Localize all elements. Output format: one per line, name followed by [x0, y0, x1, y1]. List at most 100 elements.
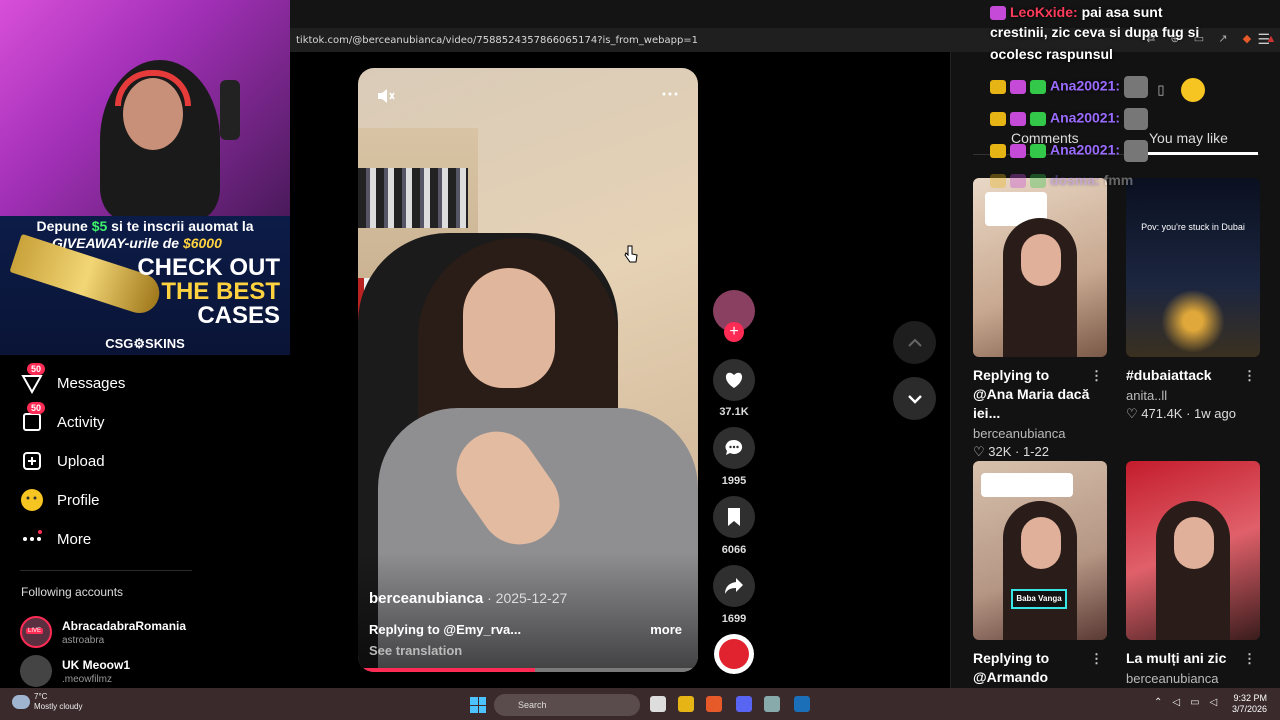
video-date: · 2025-12-27 — [483, 590, 568, 606]
phone-icon[interactable]: ▯ — [1151, 80, 1171, 100]
recommended-video-card[interactable]: La mulți ani zic ⋮ berceanubianca — [1126, 461, 1260, 686]
share-icon[interactable]: ↗ — [1216, 32, 1230, 46]
card-options-icon[interactable]: ⋮ — [1243, 368, 1256, 384]
volume-icon[interactable]: ◁ — [1210, 697, 1218, 708]
mute-icon[interactable] — [376, 86, 398, 106]
sidebar-item-upload[interactable]: Upload — [20, 447, 105, 475]
ad-headline: CHECK OUT THE BEST CASES — [137, 254, 280, 329]
chat-badge-icon — [1010, 144, 1026, 158]
calculator-icon[interactable] — [764, 696, 780, 712]
video-thumbnail[interactable] — [973, 178, 1107, 357]
user-avatar-icon[interactable] — [1181, 78, 1205, 102]
thumbnail-face — [1021, 517, 1061, 569]
card-options-icon[interactable]: ⋮ — [1243, 651, 1256, 667]
sidebar-item-more[interactable]: More — [20, 525, 91, 553]
more-button[interactable]: more — [650, 622, 682, 637]
video-player[interactable]: ⋯ berceanubianca · 2025-12-27 Replying t… — [358, 68, 698, 672]
previous-video-button[interactable] — [893, 321, 936, 364]
crown-icon — [990, 112, 1006, 126]
chat-message: Ana20021: — [990, 108, 1148, 130]
sidebar-item-label: Messages — [57, 374, 126, 392]
card-stats: ♡ 32K · 1-22 — [973, 444, 1049, 459]
follow-plus-icon[interactable]: + — [724, 322, 744, 342]
gift-icon — [1030, 174, 1046, 189]
video-thumbnail[interactable]: Pov: you're stuck in Dubai — [1126, 178, 1260, 357]
chat-message: Ana20021: — [990, 76, 1148, 98]
video-options-icon[interactable]: ⋯ — [661, 84, 680, 105]
share-count: 1699 — [721, 613, 747, 625]
sidebar-item-label: Activity — [57, 413, 105, 431]
gift-icon — [1030, 144, 1046, 158]
url-text[interactable]: tiktok.com/@berceanubianca/video/7588524… — [296, 35, 698, 46]
taskbar-clock[interactable]: 9:32 PM 3/7/2026 — [1232, 693, 1267, 715]
account-name: AbracadabraRomania — [62, 618, 187, 633]
see-translation-link[interactable]: See translation — [369, 643, 462, 658]
video-progress-bar[interactable] — [358, 668, 698, 672]
messages-badge: 50 — [27, 363, 46, 375]
brave-browser-icon[interactable] — [706, 696, 722, 712]
file-explorer-icon[interactable] — [678, 696, 694, 712]
brave-shield-icon[interactable]: ◆ — [1240, 32, 1254, 46]
following-account[interactable]: LIVE AbracadabraRomania astroabra — [20, 616, 186, 648]
chat-badge-icon — [1010, 80, 1026, 94]
thumbnail-caption: Pov: you're stuck in Dubai — [1141, 222, 1245, 232]
steam-icon[interactable] — [794, 696, 810, 712]
speaker-icon[interactable]: ◁ — [1172, 697, 1180, 708]
like-button[interactable] — [713, 359, 755, 401]
sidebar-item-label: Profile — [57, 491, 100, 509]
task-view-icon[interactable] — [650, 696, 666, 712]
activity-badge: 50 — [27, 402, 46, 414]
card-author[interactable]: anita..ll — [1126, 388, 1260, 403]
chevron-up-icon[interactable]: ⌃ — [1154, 697, 1162, 708]
card-title[interactable]: #dubaiattack — [1126, 366, 1246, 385]
video-thumbnail[interactable] — [1126, 461, 1260, 640]
paper-plane-icon: 50 — [20, 363, 46, 395]
card-title[interactable]: Replying to @Ana Maria dacă iei... — [973, 366, 1093, 423]
chat-username: Ana20021: — [1050, 77, 1121, 94]
system-tray: ⌃ ◁ ▭ ◁ — [1154, 697, 1217, 708]
chat-message: dosma: fmm — [990, 172, 1133, 189]
more-dots-icon — [20, 527, 44, 551]
network-icon[interactable]: ▭ — [1190, 697, 1199, 708]
video-thumbnail[interactable]: Baba Vanga — [973, 461, 1107, 640]
microphone — [220, 80, 240, 140]
windows-start-icon[interactable] — [470, 697, 486, 713]
chat-username: Ana20021: — [1050, 109, 1121, 126]
video-author[interactable]: berceanubianca · 2025-12-27 — [369, 590, 567, 607]
chat-badge-icon — [1010, 112, 1026, 126]
music-disc-icon[interactable] — [714, 634, 754, 674]
taskbar-search[interactable]: Search — [494, 694, 640, 716]
emote-icon — [1123, 108, 1148, 130]
browser-menu-icon[interactable]: ☰ — [1257, 31, 1270, 48]
video-person-face — [463, 268, 555, 388]
card-title[interactable]: La mulți ani zic — [1126, 649, 1246, 668]
card-author[interactable]: berceanubianca — [1126, 671, 1260, 686]
chat-username: Ana20021: — [1050, 141, 1121, 158]
chat-message-continuation: crestinii, zic ceva si dupa fug si — [990, 24, 1200, 40]
clock-time: 9:32 PM — [1233, 693, 1268, 703]
card-options-icon[interactable]: ⋮ — [1090, 368, 1103, 384]
recommended-video-card[interactable]: Baba Vanga Replying to @Armando baba... … — [973, 461, 1107, 706]
following-accounts-title: Following accounts — [21, 585, 124, 599]
recommended-video-card[interactable]: Replying to @Ana Maria dacă iei... ⋮ ber… — [973, 178, 1107, 460]
thumbnail-face — [1174, 517, 1214, 569]
card-options-icon[interactable]: ⋮ — [1090, 651, 1103, 667]
windows-taskbar: 7°C Mostly cloudy Search ⌃ ◁ ▭ ◁ 9:32 PM… — [0, 688, 1280, 720]
account-handle: astroabra — [62, 634, 105, 646]
sidebar-item-profile[interactable]: Profile — [20, 486, 100, 514]
card-author[interactable]: berceanubianca — [973, 426, 1107, 441]
weather-widget[interactable]: 7°C Mostly cloudy — [12, 692, 82, 712]
sidebar-item-messages[interactable]: 50 Messages — [20, 363, 126, 397]
sidebar-item-label: More — [57, 530, 92, 548]
save-button[interactable] — [713, 496, 755, 538]
tab-you-may-like[interactable]: You may like — [1149, 130, 1228, 146]
comment-button[interactable] — [713, 427, 755, 469]
sidebar-item-activity[interactable]: 50 Activity — [20, 402, 105, 436]
following-account[interactable]: UK Meoow1 .meowfilmz — [20, 655, 130, 687]
recommended-video-card[interactable]: Pov: you're stuck in Dubai #dubaiattack … — [1126, 178, 1260, 422]
discord-icon[interactable] — [736, 696, 752, 712]
next-video-button[interactable] — [893, 377, 936, 420]
avatar: LIVE — [20, 616, 52, 648]
share-button[interactable] — [713, 565, 755, 607]
video-description: Replying to @Emy_rva... — [369, 622, 522, 637]
